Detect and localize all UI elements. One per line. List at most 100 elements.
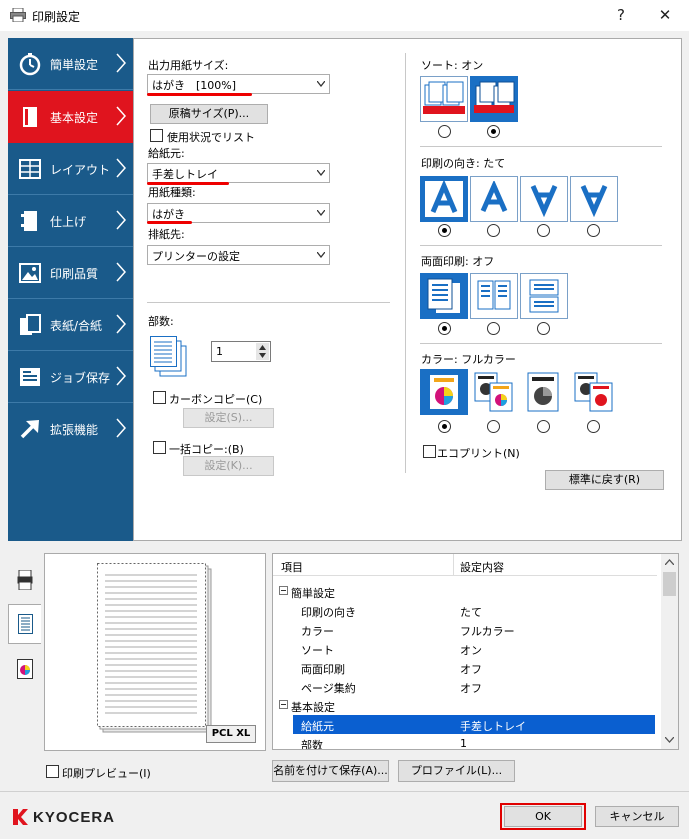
media-type-select[interactable]: はがき [147,203,330,223]
summary-row[interactable]: ソート オン [273,639,657,658]
chevron-right-icon [116,210,127,230]
sidebar-item-finishing[interactable]: 仕上げ [8,195,133,247]
vertical-scrollbar[interactable] [661,554,678,749]
sidebar-item-advanced[interactable]: 拡張機能 [8,403,133,455]
sort-off-option[interactable] [420,76,468,122]
orientation-portrait-option[interactable] [420,176,468,222]
duplex-long-edge-option[interactable] [470,273,518,319]
sort-on-radio[interactable] [487,125,500,138]
ok-button[interactable]: OK [504,806,582,827]
summary-row[interactable]: カラー フルカラー [273,620,657,639]
collapse-icon[interactable] [279,586,288,595]
collapse-icon[interactable] [279,700,288,709]
column-divider [453,554,454,576]
orientation-landscape-option[interactable] [470,176,518,222]
sidebar-item-job-storage[interactable]: ジョブ保存 [8,351,133,403]
reset-defaults-button[interactable]: 標準に戻す(R) [545,470,664,490]
triangle-up-icon [259,345,266,350]
sidebar-item-cover[interactable]: 表紙/合紙 [8,299,133,351]
color-monochrome-radio[interactable] [537,420,550,433]
sidebar-item-image-quality[interactable]: 印刷品質 [8,247,133,299]
duplex-short-edge-option[interactable] [520,273,568,319]
save-as-button[interactable]: 名前を付けて保存(A)... [272,760,389,782]
original-size-button[interactable]: 原稿サイズ(P)... [150,104,268,124]
sidebar-item-quick-setup[interactable]: 簡単設定 [8,38,133,90]
carbon-copy-checkbox[interactable] [153,391,166,404]
tab-color-view[interactable] [8,650,40,688]
monochrome-icon [527,372,559,412]
batch-copy-checkbox[interactable] [153,441,166,454]
full-color-icon [430,375,458,409]
settings-summary-list: 項目 設定内容 簡単設定 印刷の向き たて カラー フルカラー ソート オン 両… [272,553,679,750]
duplex-off-radio[interactable] [438,322,451,335]
output-size-label: 出力用紙サイズ: [148,59,229,72]
kyocera-logo-icon [13,809,28,825]
color-auto-radio[interactable] [487,420,500,433]
tab-printer-view[interactable] [8,560,40,598]
summary-row[interactable]: 両面印刷 オフ [273,658,657,677]
summary-row[interactable]: 印刷の向き たて [273,601,657,620]
cover-icon [20,314,41,335]
copies-value: 1 [216,345,223,358]
eco-print-label: エコプリント(N) [437,447,520,460]
column-header-item[interactable]: 項目 [281,559,303,575]
summary-group-row[interactable]: 簡単設定 [273,582,657,601]
orientation-portrait-radio[interactable] [438,224,451,237]
sidebar-item-layout[interactable]: レイアウト [8,143,133,195]
color-full-radio[interactable] [438,420,451,433]
help-button[interactable]: ? [606,4,636,26]
orientation-landscape-rotated-radio[interactable] [587,224,600,237]
divider [420,343,662,344]
summary-row[interactable]: ページ集約 オフ [273,677,657,696]
output-size-select[interactable]: はがき [100%] [147,74,330,94]
tab-page-preview[interactable] [8,604,41,644]
orientation-landscape-radio[interactable] [487,224,500,237]
sidebar-item-label: レイアウト [50,163,111,177]
orientation-label: 印刷の向き: たて [421,157,506,170]
carbon-copy-settings-button[interactable]: 設定(S)... [183,408,274,428]
close-button[interactable]: ✕ [650,4,680,26]
collate-off-icon [423,81,465,114]
single-sided-icon [427,278,460,313]
sort-label: ソート: オン [421,59,484,72]
summary-row-selected[interactable]: 給紙元 手差しトレイ [293,715,655,734]
orientation-portrait-rotated-option[interactable] [520,176,568,222]
batch-copy-settings-button[interactable]: 設定(K)... [183,456,274,476]
use-status-list-checkbox[interactable] [150,129,163,142]
orientation-landscape-rotated-option[interactable] [570,176,618,222]
output-tray-select[interactable]: プリンターの設定 [147,245,330,265]
orientation-portrait-rotated-radio[interactable] [537,224,550,237]
letter-a-rotated-icon [530,184,558,217]
column-header-value[interactable]: 設定内容 [460,559,504,575]
summary-header: 項目 設定内容 [273,554,657,576]
sort-on-option[interactable] [470,76,518,122]
sidebar-item-basic[interactable]: 基本設定 [8,91,133,143]
color-monochrome-option[interactable] [520,369,568,415]
copies-spinner[interactable]: 1 [211,341,271,362]
color-auto-option[interactable] [470,369,518,415]
scrollbar-thumb[interactable] [663,572,676,596]
chevron-down-icon[interactable] [665,737,674,743]
print-preview-checkbox[interactable] [46,765,59,778]
duplex-long-edge-radio[interactable] [487,322,500,335]
arrow-up-right-icon [20,420,39,439]
paper-source-select[interactable]: 手差しトレイ [147,163,330,183]
profile-button[interactable]: プロファイル(L)... [398,760,515,782]
sidebar-item-label: 印刷品質 [50,267,99,281]
duplex-off-option[interactable] [420,273,468,319]
summary-row[interactable]: 部数 1 [273,734,657,749]
spin-down-button[interactable] [256,351,269,360]
duplex-short-edge-radio[interactable] [537,322,550,335]
chevron-up-icon[interactable] [665,559,674,565]
color-single-radio[interactable] [587,420,600,433]
summary-group-row[interactable]: 基本設定 [273,696,657,715]
sidebar-nav: 簡単設定 基本設定 レイアウト 仕上げ 印刷品質 表紙/合紙 ジョブ保存 拡張機… [8,38,133,541]
divider [0,791,689,792]
eco-print-checkbox[interactable] [423,445,436,458]
color-single-option[interactable] [570,369,618,415]
cancel-button[interactable]: キャンセル [595,806,679,827]
color-full-option[interactable] [420,369,468,415]
sort-off-radio[interactable] [438,125,451,138]
output-tray-label: 排紙先: [148,228,185,241]
media-type-value: はがき [152,208,185,221]
